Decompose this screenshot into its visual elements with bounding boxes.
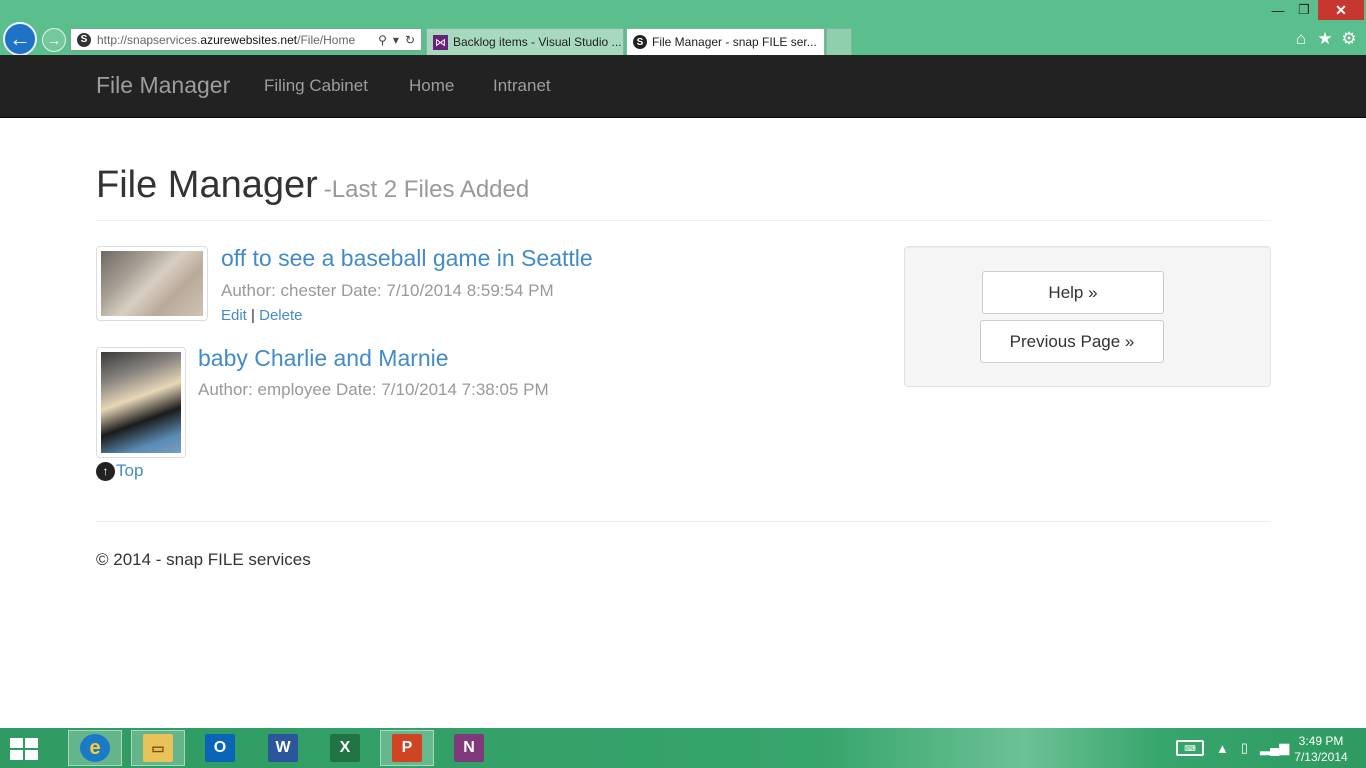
footer-copyright: © 2014 - snap FILE services [96,550,311,569]
file-title-link[interactable]: off to see a baseball game in Seattle [221,245,593,272]
action-separator: | [251,307,255,324]
edit-link[interactable]: Edit [221,307,247,324]
url-text[interactable]: http://snapservices.azurewebsites.net/Fi… [97,33,378,47]
excel-icon: X [330,734,360,762]
tab-label: File Manager - snap FILE ser... [652,35,817,49]
top-link-label: Top [116,461,144,480]
site-favicon-icon: S [77,32,91,47]
previous-page-button[interactable]: Previous Page » [980,320,1164,363]
taskbar-internet-explorer[interactable]: e [68,730,122,766]
side-panel: Help » Previous Page » [904,246,1271,387]
start-button[interactable] [8,736,40,762]
internet-explorer-icon: e [80,734,110,762]
page-header: File Manager -Last 2 Files Added [96,164,1271,221]
browser-chrome: ← → S http://snapservices.azurewebsites.… [0,0,1366,56]
folder-icon: ▭ [143,734,173,762]
file-thumbnail[interactable] [96,246,208,321]
system-tray: ⌨ ▲ ▯ ▂▄▆ [1150,728,1289,768]
home-icon[interactable]: ⌂ [1291,29,1311,49]
photo-thumbnail-image [101,352,181,453]
close-window-button[interactable]: ✕ [1318,0,1364,20]
powerpoint-icon: P [392,734,422,762]
page-title: File Manager [96,164,318,206]
nav-link-home[interactable]: Home [409,76,454,96]
restore-button[interactable]: ❐ [1291,0,1317,20]
favorites-star-icon[interactable]: ★ [1315,29,1335,49]
touch-keyboard-icon[interactable]: ⌨ [1176,740,1204,756]
forward-button[interactable]: → [42,28,66,52]
page-subtitle: -Last 2 Files Added [323,176,530,203]
tab-backlog-items[interactable]: ⋈ Backlog items - Visual Studio ... [426,28,624,55]
nav-link-intranet[interactable]: Intranet [493,76,551,96]
onenote-icon: N [454,734,484,762]
tab-file-manager[interactable]: S File Manager - snap FILE ser... ✕ [626,28,825,55]
help-button[interactable]: Help » [982,271,1164,314]
battery-icon[interactable]: ▯ [1241,740,1248,756]
delete-link[interactable]: Delete [259,307,302,324]
file-thumbnail[interactable] [96,347,186,458]
taskbar-clock[interactable]: 3:49 PM 7/13/2014 [1286,733,1356,765]
minimize-button[interactable]: — [1265,0,1291,20]
outlook-icon: O [205,734,235,762]
file-actions: Edit | Delete [221,307,302,324]
clock-date: 7/13/2014 [1294,750,1348,764]
visual-studio-icon: ⋈ [433,34,448,50]
close-tab-icon[interactable]: ✕ [823,34,824,50]
back-arrow-icon: ← [9,26,31,51]
file-meta: Author: employee Date: 7/10/2014 7:38:05… [198,380,549,399]
site-navbar: File Manager Filing Cabinet Home Intrane… [0,55,1366,118]
taskbar-excel[interactable]: X [318,730,372,766]
tab-label: Backlog items - Visual Studio ... [453,35,622,49]
signal-icon[interactable]: ▂▄▆ [1260,740,1289,756]
taskbar-outlook[interactable]: O [193,730,247,766]
clock-time: 3:49 PM [1298,734,1344,748]
word-icon: W [268,734,298,762]
new-tab-button[interactable] [826,28,852,55]
footer-divider [96,521,1271,522]
refresh-icon[interactable]: ↻ [405,33,415,47]
dropdown-icon[interactable]: ▾ [393,33,399,47]
arrow-up-circle-icon: ↑ [96,461,115,481]
file-title-link[interactable]: baby Charlie and Marnie [198,345,449,372]
taskbar-powerpoint[interactable]: P [380,730,434,766]
taskbar-word[interactable]: W [256,730,310,766]
back-button[interactable]: ← [3,22,37,56]
file-meta: Author: chester Date: 7/10/2014 8:59:54 … [221,281,554,300]
back-to-top-link[interactable]: ↑ Top [96,461,143,481]
show-hidden-icons-icon[interactable]: ▲ [1216,741,1229,756]
gear-icon[interactable]: ⚙ [1339,29,1359,49]
taskbar-file-explorer[interactable]: ▭ [131,730,185,766]
search-icon[interactable]: ⚲ [378,33,387,47]
navbar-brand[interactable]: File Manager [96,72,230,99]
forward-arrow-icon: → [47,32,61,48]
address-bar[interactable]: S http://snapservices.azurewebsites.net/… [70,28,422,51]
photo-thumbnail-image [101,251,203,316]
snap-site-icon: S [633,35,647,49]
nav-link-filing-cabinet[interactable]: Filing Cabinet [264,76,368,96]
taskbar-onenote[interactable]: N [442,730,496,766]
